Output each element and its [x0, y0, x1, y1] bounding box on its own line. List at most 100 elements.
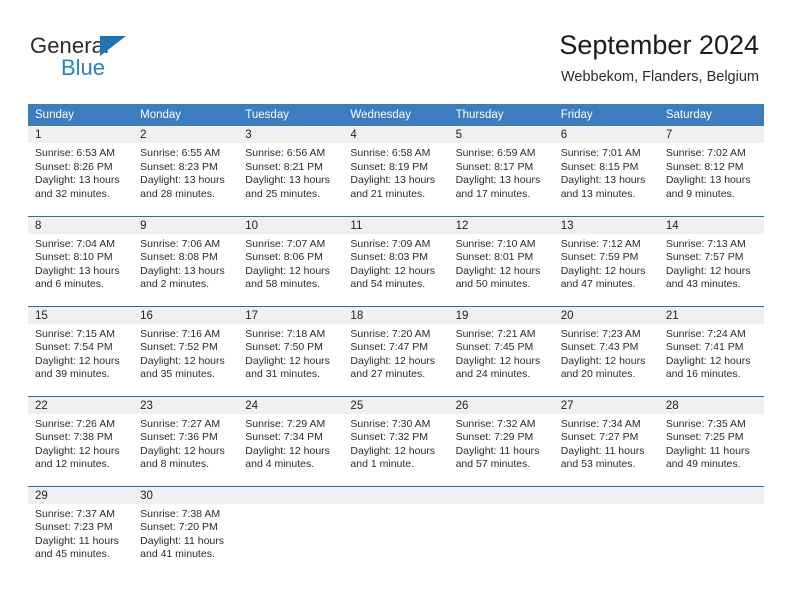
daylight-duration-line-1: Daylight: 12 hours — [245, 444, 330, 457]
daylight-duration-line-2: and 41 minutes. — [140, 548, 215, 561]
daylight-duration-line-2: and 50 minutes. — [455, 278, 531, 291]
day-number: 10 — [238, 216, 344, 234]
day-number: 12 — [448, 216, 554, 234]
calendar-day-cell[interactable]: 3 Sunrise: 6:56 AM Sunset: 8:21 PM Daylight… — [238, 126, 344, 216]
calendar-day-cell[interactable]: 1 Sunrise: 6:53 AM Sunset: 8:26 PM Daylight… — [28, 126, 134, 216]
sunrise-time: Sunrise: 7:09 AM — [350, 237, 431, 250]
sunrise-time: Sunrise: 7:10 AM — [455, 237, 536, 250]
calendar-day-cell[interactable]: 21 Sunrise: 7:24 AM Sunset: 7:41 PM Dayligh… — [658, 305, 764, 396]
sunrise-time: Sunrise: 7:13 AM — [665, 237, 746, 250]
daylight-duration-line-2: and 54 minutes. — [350, 278, 426, 291]
daylight-duration-line-1: Daylight: 12 hours — [350, 444, 436, 457]
calendar-day-cell[interactable]: 14 Sunrise: 7:13 AM Sunset: 7:57 PM Dayligh… — [658, 215, 764, 306]
daylight-duration-line-2: and 16 minutes. — [665, 368, 741, 381]
day-number: 16 — [133, 306, 239, 324]
sunset-time: Sunset: 7:57 PM — [665, 251, 744, 264]
calendar-day-cell[interactable]: 18 Sunrise: 7:20 AM Sunset: 7:47 PM Dayligh… — [343, 305, 449, 396]
day-number: 13 — [553, 216, 659, 234]
calendar-day-cell[interactable]: 26 Sunrise: 7:32 AM Sunset: 7:29 PM Dayligh… — [448, 395, 554, 486]
day-number — [658, 486, 764, 504]
calendar-day-cell-empty — [448, 485, 554, 576]
daylight-duration-line-2: and 2 minutes. — [140, 278, 210, 291]
calendar-day-cell[interactable]: 28 Sunrise: 7:35 AM Sunset: 7:25 PM Dayligh… — [658, 395, 764, 486]
day-details: Sunrise: 7:12 AM Sunset: 7:59 PM Daylight:… — [554, 234, 659, 292]
calendar-day-cell[interactable]: 22 Sunrise: 7:26 AM Sunset: 7:38 PM Dayligh… — [28, 395, 134, 486]
day-details: Sunrise: 7:04 AM Sunset: 8:10 PM Daylight:… — [28, 234, 133, 292]
day-details: Sunrise: 7:10 AM Sunset: 8:01 PM Daylight:… — [449, 234, 554, 292]
daylight-duration-line-1: Daylight: 12 hours — [560, 264, 646, 277]
calendar-week-row: 8 Sunrise: 7:04 AM Sunset: 8:10 PM Daylight… — [28, 215, 764, 306]
calendar-day-cell[interactable]: 16 Sunrise: 7:16 AM Sunset: 7:52 PM Dayligh… — [133, 305, 239, 396]
daylight-duration-line-2: and 21 minutes. — [350, 187, 426, 200]
daylight-duration-line-2: and 4 minutes. — [245, 458, 315, 471]
day-details: Sunrise: 7:32 AM Sunset: 7:29 PM Daylight:… — [449, 414, 554, 472]
calendar-day-cell[interactable]: 5 Sunrise: 6:59 AM Sunset: 8:17 PM Daylight… — [448, 126, 554, 216]
daylight-duration-line-2: and 43 minutes. — [665, 278, 741, 291]
sunset-time: Sunset: 7:25 PM — [665, 431, 744, 444]
daylight-duration-line-1: Daylight: 12 hours — [245, 354, 330, 367]
calendar-day-cell[interactable]: 6 Sunrise: 7:01 AM Sunset: 8:15 PM Daylight… — [553, 126, 659, 216]
calendar-day-cell[interactable]: 13 Sunrise: 7:12 AM Sunset: 7:59 PM Dayligh… — [553, 215, 659, 306]
day-number: 26 — [448, 396, 554, 414]
day-number: 22 — [28, 396, 134, 414]
daylight-duration-line-1: Daylight: 12 hours — [140, 444, 225, 457]
daylight-duration-line-1: Daylight: 13 hours — [140, 264, 225, 277]
daylight-duration-line-1: Daylight: 13 hours — [455, 174, 541, 187]
daylight-duration-line-2: and 27 minutes. — [350, 368, 426, 381]
calendar-day-cell[interactable]: 9 Sunrise: 7:06 AM Sunset: 8:08 PM Daylight… — [133, 215, 239, 306]
calendar-day-cell[interactable]: 17 Sunrise: 7:18 AM Sunset: 7:50 PM Dayligh… — [238, 305, 344, 396]
day-details: Sunrise: 7:27 AM Sunset: 7:36 PM Daylight:… — [133, 414, 238, 472]
sunrise-time: Sunrise: 7:24 AM — [665, 327, 746, 340]
daylight-duration-line-1: Daylight: 12 hours — [35, 354, 120, 367]
calendar-day-cell[interactable]: 24 Sunrise: 7:29 AM Sunset: 7:34 PM Dayligh… — [238, 395, 344, 486]
sunset-time: Sunset: 7:50 PM — [245, 341, 323, 354]
day-number: 2 — [133, 126, 239, 143]
calendar-day-cell[interactable]: 19 Sunrise: 7:21 AM Sunset: 7:45 PM Dayligh… — [448, 305, 554, 396]
sunrise-time: Sunrise: 7:21 AM — [455, 327, 536, 340]
calendar-body: 1 Sunrise: 6:53 AM Sunset: 8:26 PM Daylight… — [28, 126, 764, 576]
calendar-day-cell[interactable]: 11 Sunrise: 7:09 AM Sunset: 8:03 PM Dayligh… — [343, 215, 449, 306]
day-details: Sunrise: 7:20 AM Sunset: 7:47 PM Daylight:… — [343, 324, 448, 382]
daylight-duration-line-2: and 53 minutes. — [560, 458, 636, 471]
calendar-day-cell[interactable]: 20 Sunrise: 7:23 AM Sunset: 7:43 PM Dayligh… — [553, 305, 659, 396]
sunrise-time: Sunrise: 7:07 AM — [245, 237, 326, 250]
daylight-duration-line-2: and 25 minutes. — [245, 187, 320, 200]
calendar-week-row: 22 Sunrise: 7:26 AM Sunset: 7:38 PM Dayligh… — [28, 395, 764, 486]
calendar-day-cell[interactable]: 30 Sunrise: 7:38 AM Sunset: 7:20 PM Dayligh… — [133, 485, 239, 576]
day-number: 17 — [238, 306, 344, 324]
daylight-duration-line-2: and 58 minutes. — [245, 278, 320, 291]
calendar-day-cell[interactable]: 4 Sunrise: 6:58 AM Sunset: 8:19 PM Daylight… — [343, 126, 449, 216]
calendar-day-cell[interactable]: 27 Sunrise: 7:34 AM Sunset: 7:27 PM Dayligh… — [553, 395, 659, 486]
daylight-duration-line-1: Daylight: 11 hours — [140, 534, 224, 547]
sunrise-time: Sunrise: 7:27 AM — [140, 417, 221, 430]
calendar-day-cell[interactable]: 2 Sunrise: 6:55 AM Sunset: 8:23 PM Daylight… — [133, 126, 239, 216]
calendar-day-cell[interactable]: 8 Sunrise: 7:04 AM Sunset: 8:10 PM Daylight… — [28, 215, 134, 306]
page-header: General Blue September 2024 Webbekom, Fl… — [0, 0, 792, 95]
general-blue-logo[interactable]: General Blue — [30, 34, 230, 86]
daylight-duration-line-2: and 28 minutes. — [140, 187, 215, 200]
sunrise-time: Sunrise: 7:02 AM — [665, 147, 746, 159]
calendar-day-cell[interactable]: 25 Sunrise: 7:30 AM Sunset: 7:32 PM Dayligh… — [343, 395, 449, 486]
daylight-duration-line-1: Daylight: 13 hours — [560, 174, 646, 187]
sunset-time: Sunset: 8:15 PM — [560, 160, 639, 173]
calendar-day-cell-empty — [238, 485, 344, 576]
weekday-header-tuesday: Tuesday — [238, 104, 344, 126]
calendar-day-cell[interactable]: 12 Sunrise: 7:10 AM Sunset: 8:01 PM Dayligh… — [448, 215, 554, 306]
sunrise-time: Sunrise: 6:53 AM — [35, 147, 115, 159]
sunrise-time: Sunrise: 7:12 AM — [560, 237, 641, 250]
sunrise-time: Sunrise: 7:18 AM — [245, 327, 326, 340]
calendar-week-row: 29 Sunrise: 7:37 AM Sunset: 7:23 PM Dayligh… — [28, 485, 764, 576]
calendar-day-cell[interactable]: 7 Sunrise: 7:02 AM Sunset: 8:12 PM Daylight… — [658, 126, 764, 216]
day-details: Sunrise: 7:09 AM Sunset: 8:03 PM Daylight:… — [343, 234, 448, 292]
calendar-day-cell[interactable]: 23 Sunrise: 7:27 AM Sunset: 7:36 PM Dayligh… — [133, 395, 239, 486]
daylight-duration-line-2: and 9 minutes. — [665, 187, 735, 200]
day-details: Sunrise: 6:59 AM Sunset: 8:17 PM Daylight:… — [449, 143, 554, 201]
calendar-day-cell-empty — [553, 485, 659, 576]
daylight-duration-line-1: Daylight: 12 hours — [245, 264, 330, 277]
day-details: Sunrise: 7:35 AM Sunset: 7:25 PM Daylight:… — [659, 414, 764, 472]
calendar-day-cell[interactable]: 29 Sunrise: 7:37 AM Sunset: 7:23 PM Dayligh… — [28, 485, 134, 576]
sunset-time: Sunset: 8:17 PM — [455, 160, 534, 173]
sunset-time: Sunset: 7:45 PM — [455, 341, 534, 354]
calendar-day-cell[interactable]: 10 Sunrise: 7:07 AM Sunset: 8:06 PM Dayligh… — [238, 215, 344, 306]
calendar-day-cell[interactable]: 15 Sunrise: 7:15 AM Sunset: 7:54 PM Dayligh… — [28, 305, 134, 396]
